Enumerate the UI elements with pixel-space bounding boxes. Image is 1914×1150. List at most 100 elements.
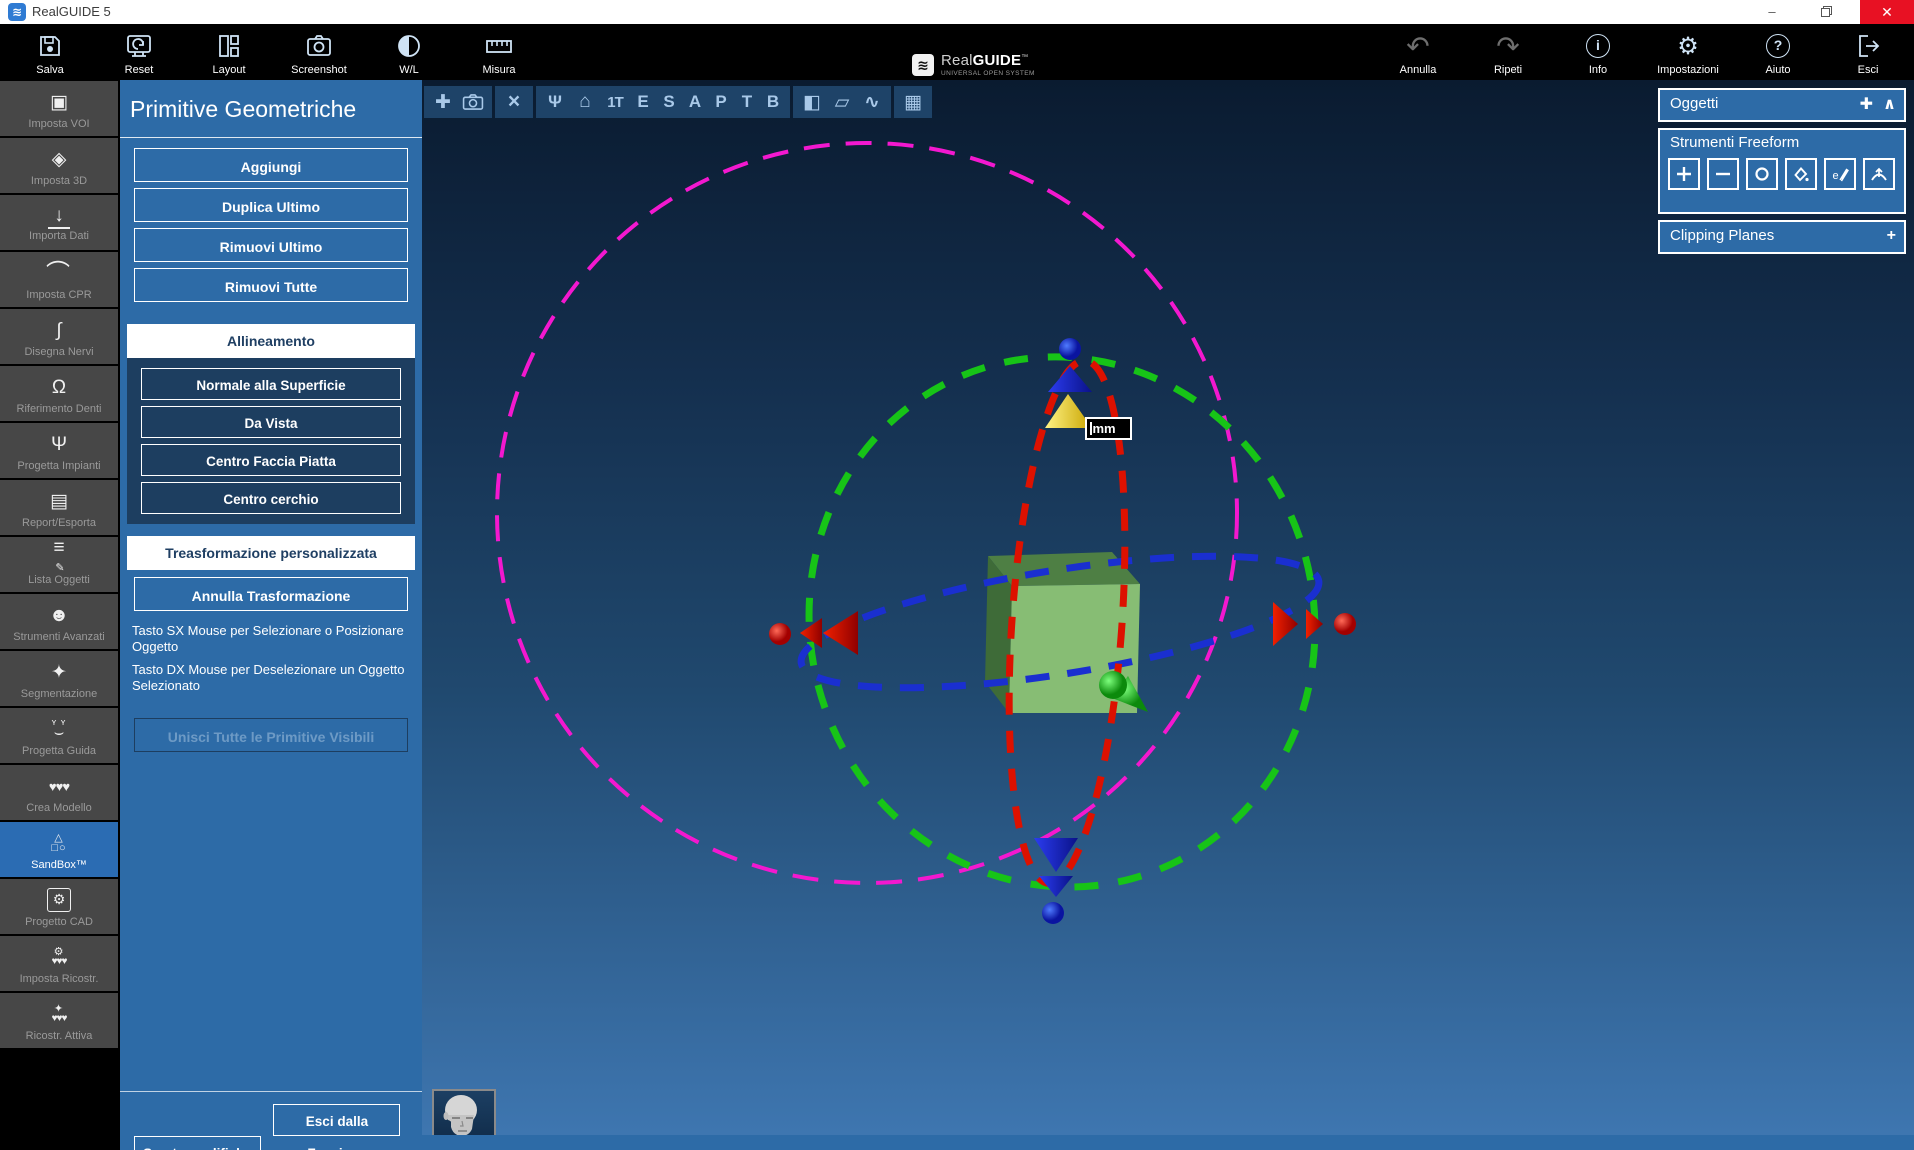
main-toolbar: Salva Reset Layout Screenshot W/L	[0, 24, 1914, 81]
measure-button[interactable]: Misura	[461, 30, 537, 76]
sidebar-item-strumenti-avanzati[interactable]: ☻ Strumenti Avanzati	[0, 594, 118, 649]
normale-superficie-button[interactable]: Normale alla Superficie	[141, 368, 401, 400]
screenshot-button[interactable]: Screenshot	[281, 30, 357, 76]
sidebar-item-progetta-impianti[interactable]: Ψ Progetta Impianti	[0, 423, 118, 478]
aggiungi-button[interactable]: Aggiungi	[134, 148, 408, 182]
redo-button[interactable]: ↷ Ripeti	[1470, 30, 1546, 76]
exit-button[interactable]: Esci	[1830, 30, 1906, 76]
freeform-pen-button[interactable]: e	[1824, 158, 1856, 190]
sidebar-item-imposta-ricostr[interactable]: ⚙♥♥♥ Imposta Ricostr.	[0, 936, 118, 991]
sidebar-item-progetta-guida[interactable]: ʏ ʏ⌣ Progetta Guida	[0, 708, 118, 763]
sidebar-item-progetto-cad[interactable]: ⚙ Progetto CAD	[0, 879, 118, 934]
toggle-t-button[interactable]: T	[734, 92, 760, 112]
sidebar-item-crea-modello[interactable]: ♥♥♥ Crea Modello	[0, 765, 118, 820]
oggetti-panel-header[interactable]: Oggetti ✚ ∧	[1658, 88, 1906, 122]
sidebar-item-ricostr-attiva[interactable]: ✦♥♥♥ Ricostr. Attiva	[0, 993, 118, 1048]
handle-sphere-left	[769, 623, 791, 645]
sidebar-item-importa-dati[interactable]: ↓ Importa Dati	[0, 195, 118, 250]
rimuovi-tutte-button[interactable]: Rimuovi Tutte	[134, 268, 408, 302]
scarta-modifiche-button[interactable]: Scarta modifiche	[134, 1136, 261, 1150]
primitive-panel: Primitive Geometriche Aggiungi Duplica U…	[120, 80, 422, 1150]
hint-right-mouse: Tasto DX Mouse per Deselezionare un Ogge…	[132, 662, 410, 695]
sidebar-item-report-esporta[interactable]: ▤ Report/Esporta	[0, 480, 118, 535]
brand-bold: GUIDE	[973, 52, 1022, 69]
sidebar-item-imposta-3d[interactable]: ◈ Imposta 3D	[0, 138, 118, 193]
info-icon: i	[1586, 34, 1610, 58]
cube-3d-icon: ◈	[52, 144, 67, 174]
window-title: RealGUIDE 5	[32, 4, 111, 19]
collapse-chevron-icon[interactable]: ∧	[1883, 94, 1896, 114]
pan-move-icon[interactable]: ✚	[428, 91, 458, 114]
close-button[interactable]: ✕	[1860, 0, 1914, 24]
redo-icon: ↷	[1470, 30, 1546, 62]
freeform-circle-brush-button[interactable]	[1746, 158, 1778, 190]
app-logo-icon: ≋	[8, 3, 26, 21]
measure-unit-input[interactable]: mm	[1085, 417, 1132, 440]
tooth-number-icon[interactable]: 1T	[600, 94, 630, 111]
vp-group-clipping: ◧ ▱ ∿	[793, 86, 891, 118]
allineamento-group: Normale alla Superficie Da Vista Centro …	[127, 358, 415, 524]
freeform-title: Strumenti Freeform	[1670, 134, 1799, 151]
view-camera-icon[interactable]	[458, 91, 488, 113]
magic-wand-icon: ✦	[51, 657, 67, 687]
close-view-icon[interactable]: ×	[499, 90, 529, 114]
freeform-fill-bucket-button[interactable]	[1785, 158, 1817, 190]
handle-sphere-bottom	[1042, 902, 1064, 924]
allineamento-header[interactable]: Allineamento	[127, 324, 415, 358]
minimize-button[interactable]: –	[1752, 0, 1792, 24]
toggle-p-button[interactable]: P	[708, 92, 734, 112]
toggle-e-button[interactable]: E	[630, 92, 656, 112]
implant-visibility-icon[interactable]: Ψ	[540, 92, 570, 112]
esci-funzione-button[interactable]: Esci dalla Funzione	[273, 1104, 400, 1136]
save-button[interactable]: Salva	[12, 30, 88, 76]
freeform-smooth-button[interactable]	[1863, 158, 1895, 190]
undo-button[interactable]: ↶ Annulla	[1380, 30, 1456, 76]
settings-button[interactable]: ⚙ Impostazioni	[1650, 30, 1726, 76]
clip-curve-icon[interactable]: ∿	[857, 91, 887, 114]
gear-icon: ⚙	[1650, 30, 1726, 62]
centro-faccia-piatta-button[interactable]: Centro Faccia Piatta	[141, 444, 401, 476]
toggle-s-button[interactable]: S	[656, 92, 682, 112]
help-button[interactable]: ? Aiuto	[1740, 30, 1816, 76]
clip-plane-filled-icon[interactable]: ◧	[797, 91, 827, 114]
clipping-planes-panel-header[interactable]: Clipping Planes +	[1658, 220, 1906, 254]
window-level-button[interactable]: W/L	[371, 30, 447, 76]
freeform-subtract-button[interactable]	[1707, 158, 1739, 190]
panel-move-icon[interactable]: ✚	[1860, 94, 1873, 114]
trasformazione-header[interactable]: Treasformazione personalizzata	[127, 536, 415, 570]
sidebar-item-disegna-nervi[interactable]: ∫ Disegna Nervi	[0, 309, 118, 364]
toggle-a-button[interactable]: A	[682, 92, 708, 112]
reset-button[interactable]: Reset	[101, 30, 177, 76]
info-button[interactable]: i Info	[1560, 30, 1636, 76]
toggle-b-button[interactable]: B	[760, 92, 786, 112]
sidebar-item-riferimento-denti[interactable]: Ω Riferimento Denti	[0, 366, 118, 421]
duplica-ultimo-button[interactable]: Duplica Ultimo	[134, 188, 408, 222]
sidebar-item-segmentazione[interactable]: ✦ Segmentazione	[0, 651, 118, 706]
unisci-primitive-button[interactable]: Unisci Tutte le Primitive Visibili	[134, 718, 408, 752]
da-vista-button[interactable]: Da Vista	[141, 406, 401, 438]
sidebar-item-sandbox[interactable]: △□○ SandBox™	[0, 822, 118, 877]
sidebar-item-lista-oggetti[interactable]: ≡✎ Lista Oggetti	[0, 537, 118, 592]
layout-button[interactable]: Layout	[191, 30, 267, 76]
freeform-add-button[interactable]	[1668, 158, 1700, 190]
reconstruction-setup-icon: ⚙♥♥♥	[52, 942, 67, 972]
brand-subtitle: UNIVERSAL OPEN SYSTEM	[941, 70, 1035, 77]
voi-cube-icon: ▣	[50, 87, 68, 117]
object-list-icon: ≡✎	[53, 543, 64, 573]
sidebar-item-imposta-cpr[interactable]: ⌒ Imposta CPR	[0, 252, 118, 307]
sidebar-item-imposta-voi[interactable]: ▣ Imposta VOI	[0, 81, 118, 136]
add-clipping-plane-button[interactable]: +	[1887, 226, 1896, 246]
implant-screw-icon: Ψ	[51, 429, 67, 459]
tooth-outline-icon[interactable]: ⌂	[570, 91, 600, 113]
centro-cerchio-button[interactable]: Centro cerchio	[141, 482, 401, 514]
orientation-head-thumbnail[interactable]	[432, 1089, 496, 1135]
maximize-button[interactable]	[1806, 0, 1846, 25]
measure-unit-value: mm	[1093, 419, 1116, 438]
rimuovi-ultimo-button[interactable]: Rimuovi Ultimo	[134, 228, 408, 262]
annulla-trasformazione-button[interactable]: Annulla Trasformazione	[134, 577, 408, 611]
sandbox-shapes-icon: △□○	[51, 828, 66, 858]
clip-plane-outline-icon[interactable]: ▱	[827, 91, 857, 114]
handle-sphere-right	[1334, 613, 1356, 635]
grid-icon[interactable]: ▦	[898, 91, 928, 114]
nerve-curve-icon: ∫	[56, 315, 61, 345]
